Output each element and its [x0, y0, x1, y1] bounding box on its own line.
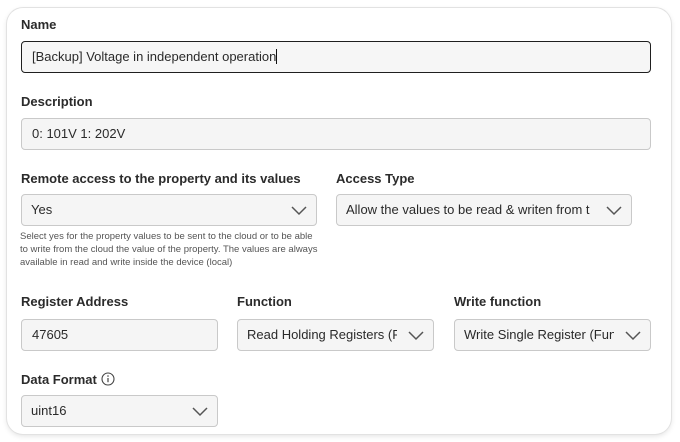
description-label: Description [21, 94, 93, 109]
function-select[interactable]: Read Holding Registers (F [237, 319, 434, 351]
remote-access-label: Remote access to the property and its va… [21, 171, 301, 186]
chevron-down-icon [291, 206, 307, 216]
description-input[interactable]: 0: 101V 1: 202V [21, 118, 651, 150]
write-function-label: Write function [454, 294, 542, 309]
remote-access-value: Yes [31, 202, 53, 217]
data-format-value: uint16 [31, 403, 67, 418]
access-type-select[interactable]: Allow the values to be read & writen fro… [336, 194, 632, 226]
register-address-label: Register Address [21, 294, 129, 309]
info-icon[interactable] [101, 372, 115, 386]
function-label: Function [237, 294, 292, 309]
chevron-down-icon [606, 206, 622, 216]
chevron-down-icon [408, 331, 424, 341]
register-address-input[interactable]: 47605 [21, 319, 218, 351]
chevron-down-icon [625, 331, 641, 341]
data-format-label: Data Format [21, 372, 97, 387]
property-form-card: Name [Backup] Voltage in independent ope… [7, 8, 671, 434]
text-cursor [276, 49, 278, 65]
description-input-value: 0: 101V 1: 202V [32, 126, 126, 141]
access-type-value: Allow the values to be read & writen fro… [346, 202, 590, 217]
name-label: Name [21, 17, 57, 32]
name-input[interactable]: [Backup] Voltage in independent operatio… [21, 41, 651, 73]
function-value: Read Holding Registers (F [247, 327, 397, 342]
write-function-select[interactable]: Write Single Register (Fun [454, 319, 651, 351]
access-type-label: Access Type [336, 171, 415, 186]
remote-access-select[interactable]: Yes [21, 194, 317, 226]
register-address-value: 47605 [32, 327, 69, 342]
remote-access-help-text: Select yes for the property values to be… [20, 231, 318, 268]
chevron-down-icon [192, 407, 208, 417]
write-function-value: Write Single Register (Fun [464, 327, 614, 342]
name-input-value: [Backup] Voltage in independent operatio… [32, 49, 277, 64]
data-format-select[interactable]: uint16 [21, 395, 218, 427]
